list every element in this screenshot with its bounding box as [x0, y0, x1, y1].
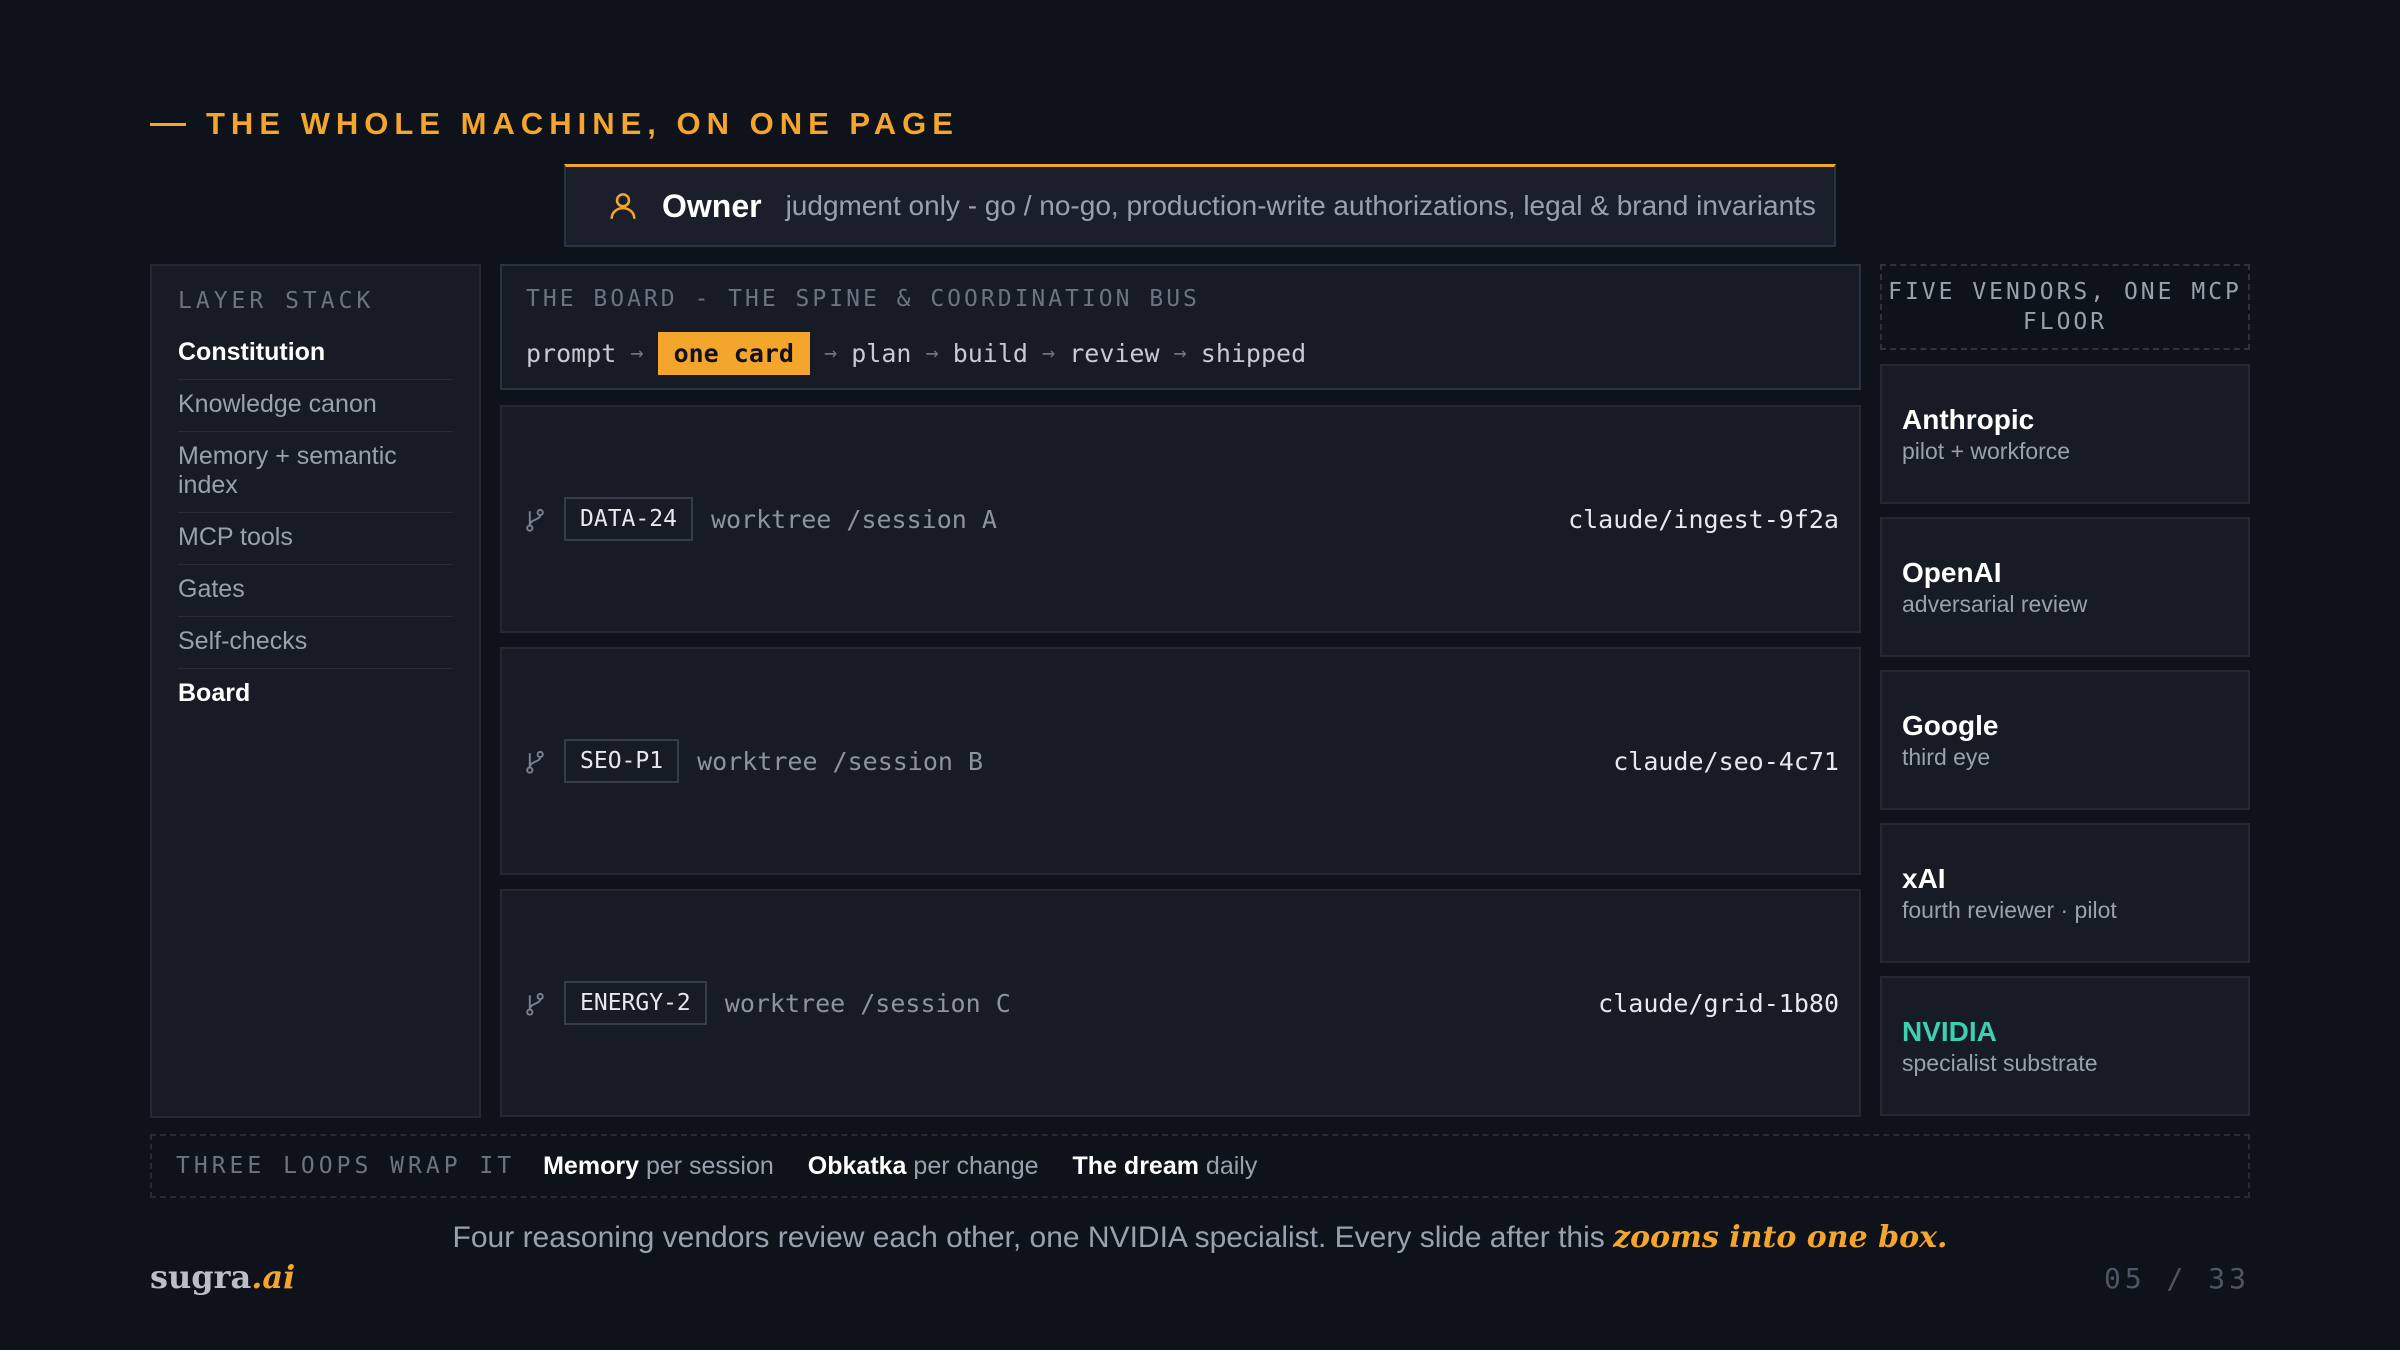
caption-emphasis: zooms into one box.	[1613, 1220, 1948, 1255]
flow-arrow-icon: →	[1173, 341, 1187, 366]
layer-item-mcp-tools: MCP tools	[178, 513, 453, 565]
vendor-role: third eye	[1902, 744, 1991, 770]
loop-memory: Memory per session	[543, 1152, 774, 1181]
flow-arrow-icon: →	[630, 341, 644, 366]
layer-item-memory: Memory + semantic index	[178, 432, 453, 513]
loops-strip: THREE LOOPS WRAP IT Memory per session O…	[150, 1134, 2250, 1198]
session-branch: claude/seo-4c71	[1613, 746, 1839, 776]
flow-step-prompt: prompt	[526, 339, 617, 368]
board-panel: THE BOARD - THE SPINE & COORDINATION BUS…	[500, 264, 1861, 390]
person-icon	[610, 193, 636, 219]
owner-description: judgment only - go / no-go, production-w…	[785, 190, 1816, 221]
git-branch-icon	[526, 750, 544, 774]
logo-word: sugra	[150, 1258, 252, 1296]
slide-caption: Four reasoning vendors review each other…	[0, 1220, 2400, 1255]
loop-cadence: per change	[913, 1151, 1039, 1180]
vendor-role: specialist substrate	[1902, 1050, 2098, 1076]
git-branch-icon	[526, 508, 544, 532]
vendor-card-xai: xAI fourth reviewer · pilot	[1880, 823, 2250, 963]
board-header: THE BOARD - THE SPINE & COORDINATION BUS	[526, 286, 1200, 312]
session-tag: ENERGY-2	[564, 981, 707, 1025]
layer-item-self-checks: Self-checks	[178, 617, 453, 669]
vendor-name: xAI	[1902, 863, 1946, 894]
flow-arrow-icon: →	[823, 341, 838, 366]
loop-name: The dream	[1072, 1151, 1199, 1180]
loop-obkatka: Obkatka per change	[808, 1152, 1039, 1181]
eyebrow-dash	[150, 122, 186, 126]
layer-stack-header: LAYER STACK	[178, 288, 375, 314]
session-tag: SEO-P1	[564, 739, 680, 783]
session-branch: claude/grid-1b80	[1598, 988, 1839, 1018]
vendor-card-google: Google third eye	[1880, 670, 2250, 810]
section-eyebrow: THE WHOLE MACHINE, ON ONE PAGE	[150, 106, 959, 142]
layer-stack-panel: LAYER STACK Constitution Knowledge canon…	[150, 264, 481, 1118]
session-worktree: worktree /session C	[724, 988, 1011, 1018]
page-number: 05 / 33	[2103, 1262, 2250, 1295]
loop-cadence: per session	[645, 1151, 774, 1180]
logo-suffix: .ai	[251, 1258, 296, 1296]
loop-name: Obkatka	[807, 1151, 907, 1180]
vendor-role: adversarial review	[1902, 591, 2088, 617]
layer-item-constitution: Constitution	[178, 328, 453, 380]
loop-name: Memory	[543, 1151, 639, 1180]
vendor-role: pilot + workforce	[1902, 438, 2071, 464]
session-card: ENERGY-2 worktree /session C claude/grid…	[500, 889, 1861, 1117]
flow-arrow-icon: →	[925, 341, 939, 366]
owner-bar: Owner judgment only - go / no-go, produc…	[564, 164, 1836, 247]
vendor-name: OpenAI	[1902, 557, 2002, 588]
loop-cadence: daily	[1205, 1151, 1258, 1180]
flow-step-shipped: shipped	[1200, 339, 1307, 368]
flow-arrow-icon: →	[1041, 341, 1056, 366]
layer-item-board: Board	[178, 679, 251, 707]
flow-step-plan: plan	[851, 339, 912, 368]
flow-step-build: build	[952, 339, 1028, 368]
session-tag: DATA-24	[564, 497, 693, 541]
layer-item-knowledge-canon: Knowledge canon	[178, 380, 453, 432]
board-flow: prompt → one card → plan → build → revie…	[526, 332, 1835, 375]
vendor-name: NVIDIA	[1902, 1016, 1997, 1047]
vendor-card-nvidia: NVIDIA specialist substrate	[1880, 976, 2250, 1116]
eyebrow-text: THE WHOLE MACHINE, ON ONE PAGE	[206, 106, 959, 141]
vendor-card-anthropic: Anthropic pilot + workforce	[1880, 364, 2250, 504]
vendor-name: Google	[1902, 710, 1999, 741]
layer-item-gates: Gates	[178, 565, 453, 617]
vendors-header: FIVE VENDORS, ONE MCP FLOOR	[1880, 264, 2250, 350]
session-card: SEO-P1 worktree /session B claude/seo-4c…	[500, 647, 1861, 875]
session-worktree: worktree /session A	[710, 504, 997, 534]
loops-header: THREE LOOPS WRAP IT	[176, 1153, 516, 1179]
session-card: DATA-24 worktree /session A claude/inges…	[500, 405, 1861, 633]
session-worktree: worktree /session B	[697, 746, 984, 776]
vendor-card-openai: OpenAI adversarial review	[1880, 517, 2250, 657]
caption-text: Four reasoning vendors review each other…	[452, 1221, 1605, 1254]
git-branch-icon	[526, 992, 544, 1016]
brand-logo: sugra.ai	[150, 1258, 295, 1296]
loop-the-dream: The dream daily	[1073, 1152, 1258, 1181]
vendor-role: fourth reviewer · pilot	[1902, 897, 2117, 923]
vendor-name: Anthropic	[1902, 404, 2035, 435]
session-branch: claude/ingest-9f2a	[1568, 504, 1839, 534]
owner-title: Owner	[662, 187, 762, 224]
flow-step-review: review	[1069, 339, 1160, 368]
flow-step-one-card: one card	[657, 332, 810, 375]
